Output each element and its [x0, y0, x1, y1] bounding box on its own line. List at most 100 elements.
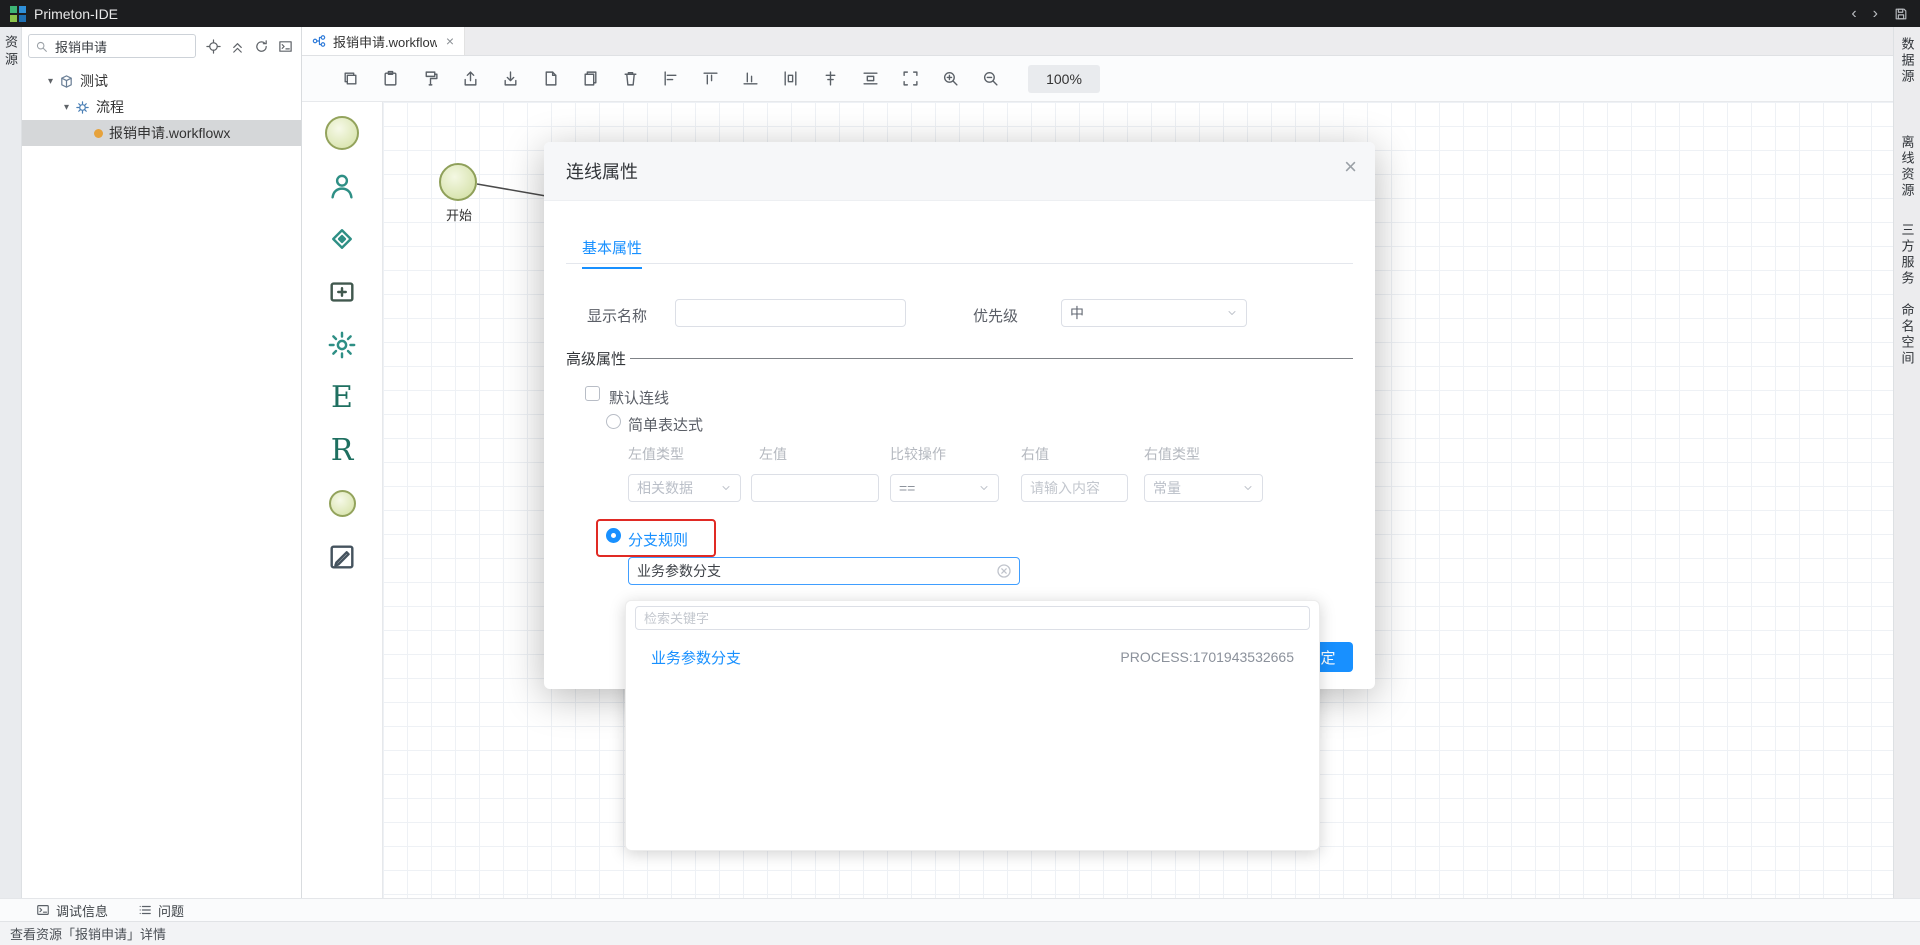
palette-letter-e[interactable]: E [302, 371, 382, 424]
tab-label: 报销申请.workflowx* [333, 32, 437, 51]
app-title: Primeton-IDE [34, 6, 118, 22]
tree-item-project[interactable]: ▾ 测试 [22, 68, 301, 94]
fit-view-icon[interactable] [902, 70, 919, 87]
process-folder-icon [75, 100, 90, 115]
tree-item-label: 流程 [96, 97, 124, 117]
doc-icon[interactable] [542, 70, 559, 87]
dropdown-search-input[interactable] [635, 606, 1310, 630]
branch-rule-radio[interactable] [606, 528, 621, 543]
import-icon[interactable] [502, 70, 519, 87]
locate-icon[interactable] [206, 39, 221, 54]
copy-icon[interactable] [342, 70, 359, 87]
caret-down-icon[interactable]: ▾ [48, 76, 53, 87]
right-strip-tab-1[interactable]: 离线资源 [1898, 133, 1917, 201]
save-icon[interactable] [1894, 7, 1908, 21]
tab-workflow[interactable]: 报销申请.workflowx* × [302, 27, 465, 55]
palette-end-node[interactable] [302, 477, 382, 530]
branch-rule-input[interactable] [628, 557, 1020, 585]
format-painter-icon[interactable] [422, 70, 439, 87]
export-icon[interactable] [462, 70, 479, 87]
tree-item-label: 测试 [80, 71, 108, 91]
align-center-icon[interactable] [822, 70, 839, 87]
paste-icon[interactable] [382, 70, 399, 87]
palette-auto-task[interactable] [302, 318, 382, 371]
refresh-icon[interactable] [254, 39, 269, 54]
zoom-level[interactable]: 100% [1028, 65, 1100, 93]
left-value-input[interactable] [751, 474, 879, 502]
app-window: Primeton-IDE ‹ › 资源 ▾ 测试 ▾ [0, 0, 1920, 945]
default-line-label: 默认连线 [609, 387, 669, 408]
column-right-type: 右值类型 [1144, 444, 1200, 464]
compare-op-value: == [899, 480, 915, 496]
display-name-label: 显示名称 [587, 305, 647, 326]
column-right-value: 右值 [1021, 444, 1049, 464]
palette-subprocess[interactable] [302, 265, 382, 318]
tree-item-workflow-file[interactable]: 报销申请.workflowx [22, 120, 301, 146]
display-name-input[interactable] [675, 299, 906, 327]
right-type-select[interactable]: 常量 [1144, 474, 1263, 502]
doc-copy-icon[interactable] [582, 70, 599, 87]
popup-item-name: 业务参数分支 [651, 647, 741, 668]
palette-note[interactable] [302, 530, 382, 583]
right-strip-tab-0[interactable]: 数据源 [1898, 35, 1917, 87]
simple-expression-radio[interactable] [606, 414, 621, 429]
priority-value: 中 [1070, 303, 1084, 323]
clear-icon[interactable] [996, 563, 1012, 579]
align-bottom-icon[interactable] [742, 70, 759, 87]
default-line-checkbox[interactable] [585, 386, 600, 401]
chevron-down-icon [1226, 307, 1238, 319]
editor-tab-bar: 报销申请.workflowx* × [302, 27, 1893, 56]
explorer-header [22, 27, 301, 62]
console-icon[interactable] [278, 39, 293, 54]
problems-label: 问题 [158, 901, 184, 920]
tab-divider [566, 263, 1353, 264]
explorer-search-box[interactable] [28, 34, 196, 58]
distribute-h-icon[interactable] [782, 70, 799, 87]
nav-back-icon[interactable]: ‹ [1851, 6, 1856, 22]
terminal-icon [36, 903, 50, 917]
advanced-label: 高级属性 [566, 348, 626, 369]
align-top-icon[interactable] [702, 70, 719, 87]
node-palette: ER [302, 102, 383, 898]
close-icon[interactable]: × [1344, 156, 1357, 178]
left-type-value: 相关数据 [637, 478, 693, 498]
palette-gateway[interactable] [302, 212, 382, 265]
align-left-icon[interactable] [662, 70, 679, 87]
collapse-all-icon[interactable] [230, 39, 245, 54]
chevron-down-icon [978, 482, 990, 494]
search-input[interactable] [53, 38, 189, 55]
zoom-in-icon[interactable] [942, 70, 959, 87]
left-strip-tab-resources[interactable]: 资源 [1, 35, 20, 898]
distribute-v-icon[interactable] [862, 70, 879, 87]
right-strip-tab-2[interactable]: 三方服务 [1898, 221, 1917, 289]
compare-op-select[interactable]: == [890, 474, 999, 502]
column-left-value: 左值 [759, 444, 787, 464]
tab-close-icon[interactable]: × [446, 34, 454, 48]
workflow-file-icon [94, 129, 103, 138]
app-logo-icon [10, 6, 26, 22]
resource-explorer: ▾ 测试 ▾ 流程 报销申请.workflowx [22, 27, 302, 898]
dialog-title: 连线属性 [566, 158, 638, 184]
column-compare-op: 比较操作 [890, 444, 946, 464]
right-strip-tab-3[interactable]: 命名空间 [1898, 301, 1917, 369]
zoom-out-icon[interactable] [982, 70, 999, 87]
dropdown-list: 业务参数分支PROCESS:1701943532665 [626, 641, 1319, 673]
delete-icon[interactable] [622, 70, 639, 87]
caret-down-icon[interactable]: ▾ [64, 102, 69, 113]
palette-letter-r[interactable]: R [302, 424, 382, 477]
palette-manual-task[interactable] [302, 159, 382, 212]
right-value-input[interactable] [1021, 474, 1128, 502]
nav-forward-icon[interactable]: › [1873, 6, 1878, 22]
problems-tab[interactable]: 问题 [138, 901, 184, 920]
project-icon [59, 74, 74, 89]
left-type-select[interactable]: 相关数据 [628, 474, 741, 502]
start-node[interactable] [439, 163, 477, 201]
debug-info-tab[interactable]: 调试信息 [36, 901, 108, 920]
chevron-down-icon [720, 482, 732, 494]
palette-start-node[interactable] [302, 106, 382, 159]
priority-select[interactable]: 中 [1061, 299, 1247, 327]
popup-item[interactable]: 业务参数分支PROCESS:1701943532665 [626, 641, 1319, 673]
title-bar: Primeton-IDE ‹ › [0, 0, 1920, 27]
tab-basic-properties[interactable]: 基本属性 [582, 237, 642, 269]
tree-item-process-folder[interactable]: ▾ 流程 [22, 94, 301, 120]
